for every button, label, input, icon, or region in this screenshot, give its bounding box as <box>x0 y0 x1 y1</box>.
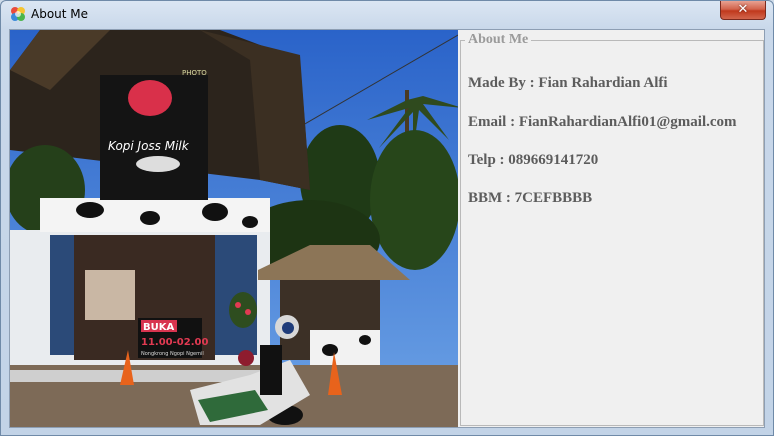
close-icon: ✕ <box>737 2 749 17</box>
about-me-window: About Me ✕ Kopi Joss Milk PHOTO BUKA 11.… <box>0 0 774 436</box>
buka-text: BUKA <box>143 322 174 333</box>
hours-text: 11.00-02.00 <box>141 337 208 348</box>
app-icon <box>11 7 25 21</box>
sub-text: Nongkrong Ngopi Ngemil <box>141 351 204 357</box>
window-title: About Me <box>31 7 89 21</box>
about-me-groupbox <box>460 40 764 426</box>
bbm-label: BBM : 7CEFBBBB <box>468 190 593 206</box>
title-bar[interactable]: About Me ✕ <box>1 1 773 27</box>
sign-top-text: PHOTO <box>182 69 207 77</box>
telp-label: Telp : 089669141720 <box>468 152 599 168</box>
close-button[interactable]: ✕ <box>720 1 766 20</box>
made-by-label: Made By : Fian Rahardian Alfi <box>468 75 668 91</box>
dialog-content: Kopi Joss Milk PHOTO BUKA 11.00-02.00 No… <box>9 29 765 428</box>
sign-text: Kopi Joss Milk <box>108 139 190 153</box>
email-label: Email : FianRahardianAlfi01@gmail.com <box>468 114 737 130</box>
groupbox-legend: About Me <box>465 32 532 48</box>
profile-photo: Kopi Joss Milk PHOTO BUKA 11.00-02.00 No… <box>10 30 458 427</box>
